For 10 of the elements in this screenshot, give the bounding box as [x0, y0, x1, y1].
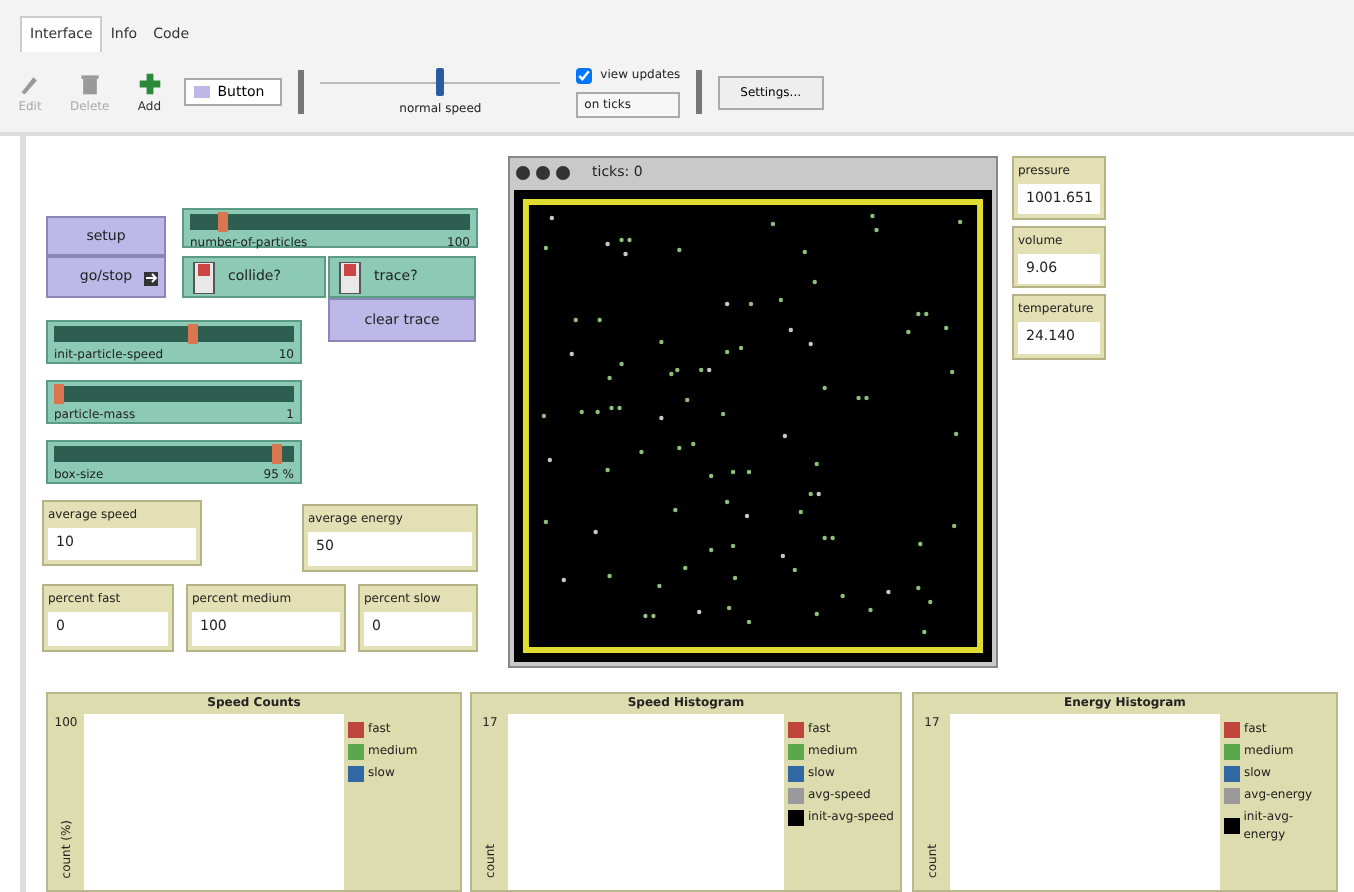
trash-icon	[77, 69, 102, 97]
toggle-icon[interactable]	[192, 261, 216, 293]
plus-icon	[137, 69, 162, 97]
slider-thumb[interactable]	[54, 384, 64, 404]
checkbox[interactable]	[576, 67, 593, 83]
slider-thumb[interactable]	[436, 68, 445, 96]
toggle-icon[interactable]	[338, 261, 362, 293]
slider-thumb[interactable]	[272, 444, 283, 464]
slider-thumb[interactable]	[187, 324, 198, 344]
slider-thumb[interactable]	[217, 212, 227, 232]
